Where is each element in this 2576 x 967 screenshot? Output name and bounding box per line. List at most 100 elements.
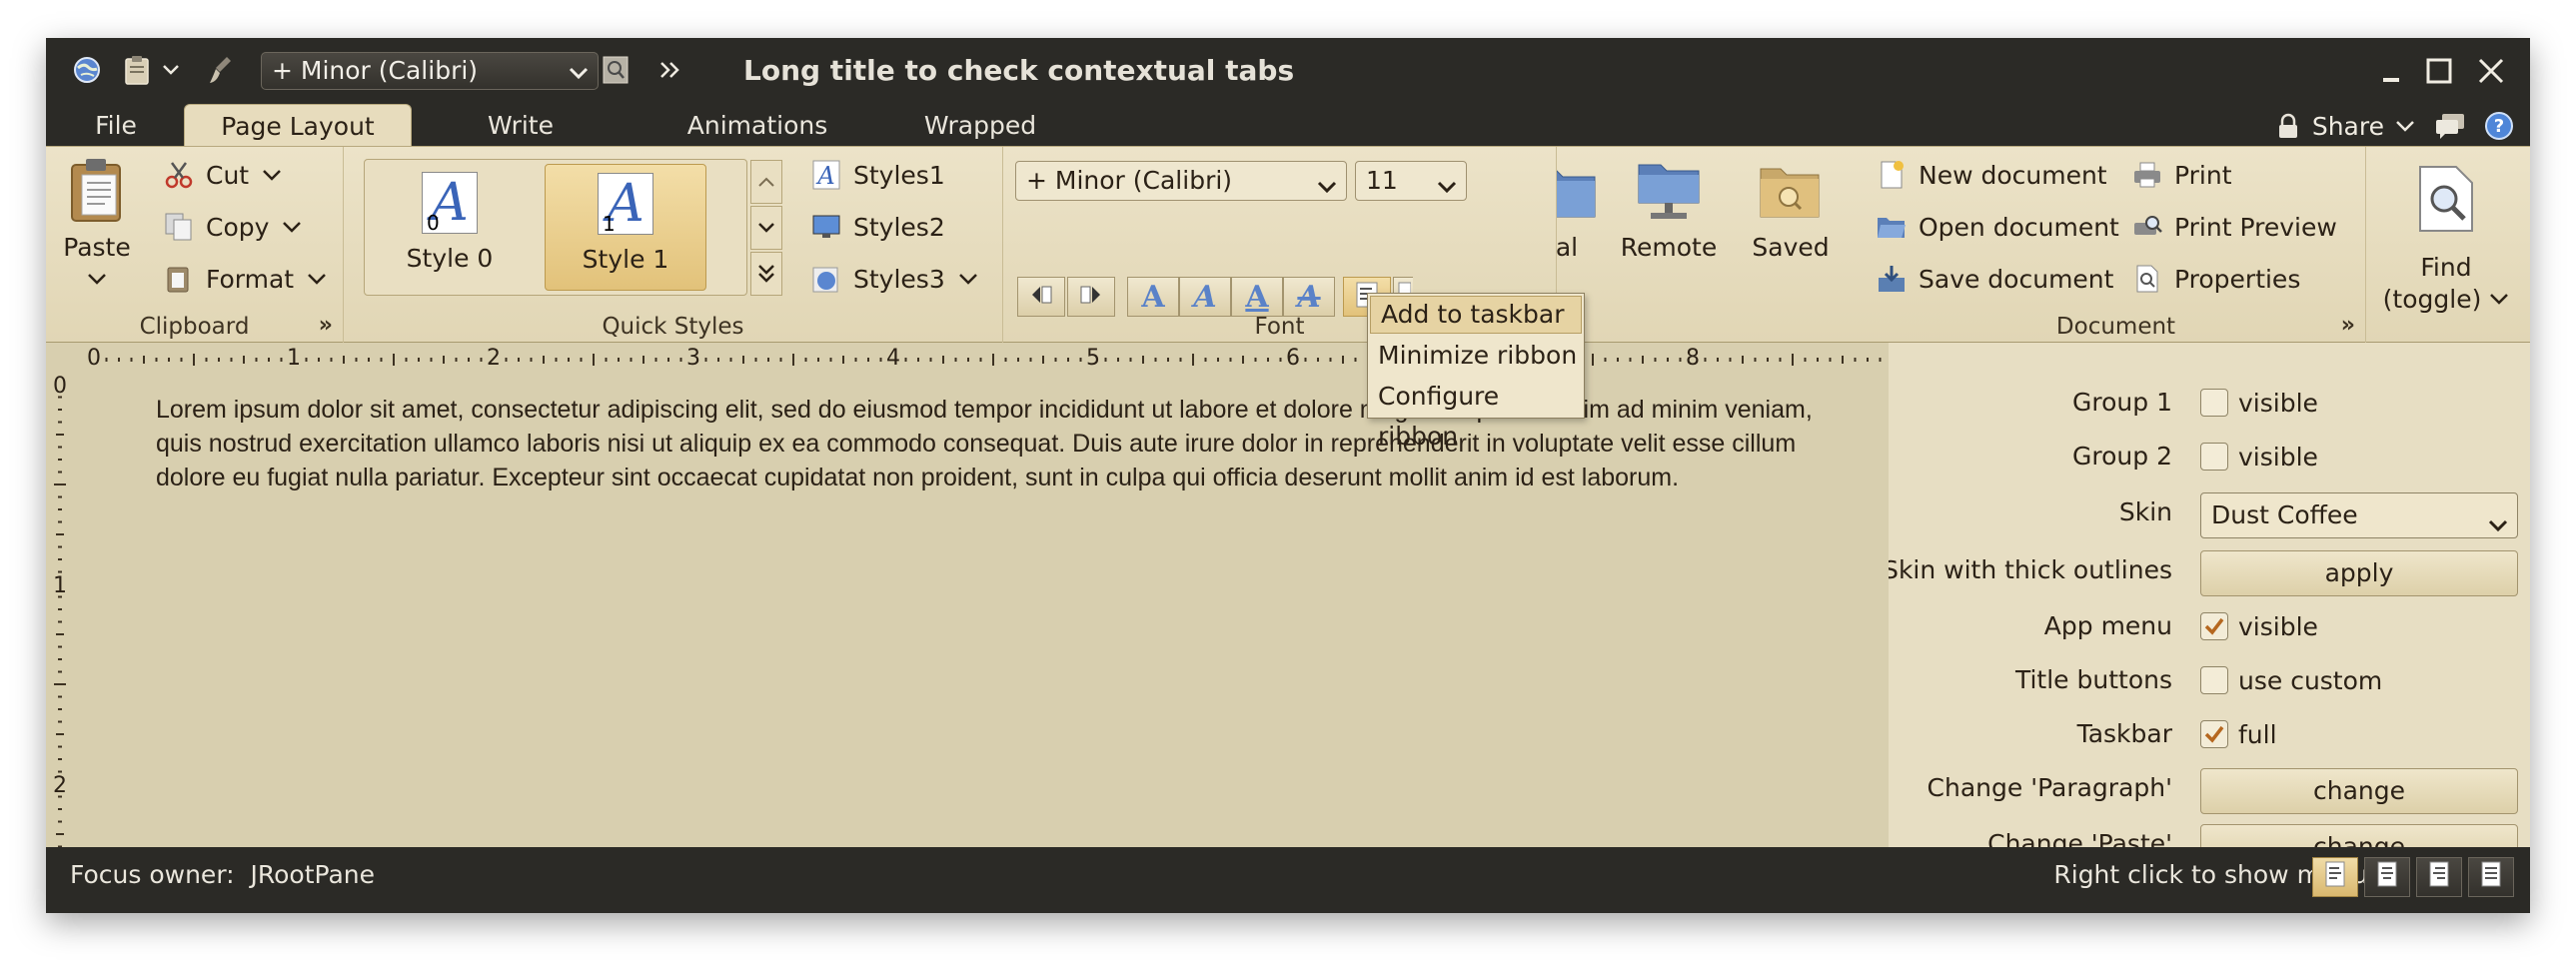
horizontal-ruler[interactable]: 012345678: [78, 343, 1936, 377]
menu-item-minimize-ribbon[interactable]: Minimize ribbon: [1368, 336, 1584, 377]
title-buttons-label: Title buttons: [2014, 665, 2172, 694]
menu-item-add-to-taskbar[interactable]: Add to taskbar: [1370, 296, 1582, 334]
taskbar-label: Taskbar: [2076, 719, 2172, 748]
font-size-select[interactable]: 11: [1355, 161, 1467, 201]
font-family-combo[interactable]: + Minor (Calibri): [261, 52, 599, 90]
align-justify-status-button[interactable]: [2468, 857, 2514, 897]
close-icon[interactable]: [2474, 54, 2508, 88]
style-0-button[interactable]: A0 Style 0: [369, 164, 531, 291]
align-left-status-button[interactable]: [2312, 857, 2358, 897]
indent-increase-button[interactable]: [1067, 277, 1115, 317]
tab-file[interactable]: File: [76, 104, 156, 148]
properties-button[interactable]: Properties: [2132, 257, 2300, 301]
ruler-tick: [1029, 358, 1032, 362]
row-group1: Group 1 visible: [1889, 381, 2530, 425]
ruler-tick: [58, 520, 62, 523]
band-expand-icon[interactable]: »: [2341, 313, 2355, 338]
share-button[interactable]: Share: [2312, 112, 2384, 141]
strikethrough-button[interactable]: A: [1283, 277, 1335, 317]
ruler-tick: [143, 356, 145, 364]
local-button[interactable]: al: [1557, 153, 1607, 303]
brush-icon[interactable]: [204, 55, 238, 85]
taskbar-checkbox[interactable]: full: [2200, 716, 2277, 752]
chat-icon[interactable]: [2434, 112, 2466, 140]
ruler-tick: [1354, 358, 1357, 362]
find-toggle-button[interactable]: Find (toggle): [2376, 157, 2516, 327]
minimize-icon[interactable]: [2374, 54, 2408, 88]
app-menu-icon[interactable]: [70, 55, 104, 85]
open-document-button[interactable]: Open document: [1877, 205, 2119, 249]
tab-animations[interactable]: Animations: [657, 104, 857, 148]
gallery-expand[interactable]: [750, 252, 782, 296]
ruler-tick: [792, 354, 794, 366]
indent-decrease-button[interactable]: [1017, 277, 1065, 317]
italic-button[interactable]: A: [1179, 277, 1231, 317]
underline-button[interactable]: A: [1231, 277, 1283, 317]
ruler-tick: [754, 358, 757, 362]
find-icon[interactable]: [602, 55, 630, 85]
style-1-button[interactable]: A1 Style 1: [545, 164, 706, 291]
help-icon[interactable]: ?: [2484, 111, 2514, 141]
gallery-scroll-up[interactable]: [750, 160, 782, 204]
copy-label: Copy: [206, 212, 270, 242]
styles2-button[interactable]: Styles2: [811, 205, 945, 249]
tab-write[interactable]: Write: [466, 104, 576, 148]
save-document-button[interactable]: Save document: [1877, 257, 2113, 301]
scissors-icon: [164, 160, 194, 190]
band-clipboard: Paste Cut Copy Format Clipboard »: [46, 147, 344, 344]
print-preview-button[interactable]: Print Preview: [2132, 205, 2337, 249]
ruler-tick: [155, 358, 158, 362]
styles3-button[interactable]: Styles3: [811, 257, 979, 301]
app-menu-checkbox[interactable]: visible: [2200, 608, 2318, 644]
print-button[interactable]: Print: [2132, 153, 2232, 197]
ruler-tick: [679, 358, 682, 362]
tab-wrapped[interactable]: Wrapped: [895, 104, 1065, 148]
styles1-button[interactable]: A Styles1: [811, 153, 945, 197]
ruler-label: 4: [886, 346, 900, 371]
apply-button[interactable]: apply: [2200, 550, 2518, 596]
format-painter-icon: [164, 264, 194, 294]
remote-button[interactable]: Remote: [1609, 153, 1729, 303]
ruler-tick: [58, 471, 62, 474]
chevron-down-icon[interactable]: [2394, 118, 2416, 134]
band-expand-icon[interactable]: »: [319, 313, 333, 338]
change-paste-button[interactable]: change: [2200, 824, 2518, 847]
row-thick-outlines: Skin with thick outlines apply: [1889, 548, 2530, 596]
group2-checkbox[interactable]: visible: [2200, 439, 2318, 475]
ruler-label: 6: [1286, 346, 1300, 371]
checkbox-checked-icon: [2200, 612, 2228, 640]
ruler-tick: [1142, 356, 1144, 364]
ruler-tick: [1592, 354, 1594, 366]
cut-button[interactable]: Cut: [164, 153, 283, 197]
save-document-label: Save document: [1919, 264, 2114, 294]
bold-button[interactable]: A: [1127, 277, 1179, 317]
ruler-tick: [193, 354, 195, 366]
skin-select[interactable]: Dust Coffee: [2200, 492, 2518, 538]
title-buttons-checkbox[interactable]: use custom: [2200, 662, 2382, 698]
new-document-button[interactable]: New document: [1877, 153, 2107, 197]
saved-button[interactable]: Saved: [1735, 153, 1847, 303]
menu-item-configure-ribbon[interactable]: Configure ribbon: [1368, 377, 1584, 451]
align-right-status-button[interactable]: [2416, 857, 2462, 897]
ruler-tick: [58, 620, 62, 623]
change-paragraph-button[interactable]: change: [2200, 768, 2518, 814]
gallery-scroll-down[interactable]: [750, 206, 782, 250]
maximize-icon[interactable]: [2422, 54, 2456, 88]
chevron-down-icon[interactable]: [158, 55, 184, 85]
align-center-status-button[interactable]: [2364, 857, 2410, 897]
format-button[interactable]: Format: [164, 257, 328, 301]
overflow-chevrons-icon[interactable]: [655, 55, 685, 85]
tab-page-layout[interactable]: Page Layout: [184, 104, 412, 148]
ruler-tick: [605, 358, 608, 362]
clipboard-icon[interactable]: [120, 55, 154, 85]
paste-button[interactable]: Paste: [58, 153, 136, 301]
vertical-ruler[interactable]: 0 1 2: [46, 373, 78, 852]
ruler-tick: [1204, 358, 1207, 362]
focus-owner-value: JRootPane: [250, 860, 375, 889]
ruler-tick: [593, 354, 595, 366]
ruler-tick: [1879, 358, 1882, 362]
group1-checkbox[interactable]: visible: [2200, 385, 2318, 421]
font-family-select[interactable]: + Minor (Calibri): [1015, 161, 1347, 201]
ruler-tick: [979, 358, 982, 362]
copy-button[interactable]: Copy: [164, 205, 303, 249]
